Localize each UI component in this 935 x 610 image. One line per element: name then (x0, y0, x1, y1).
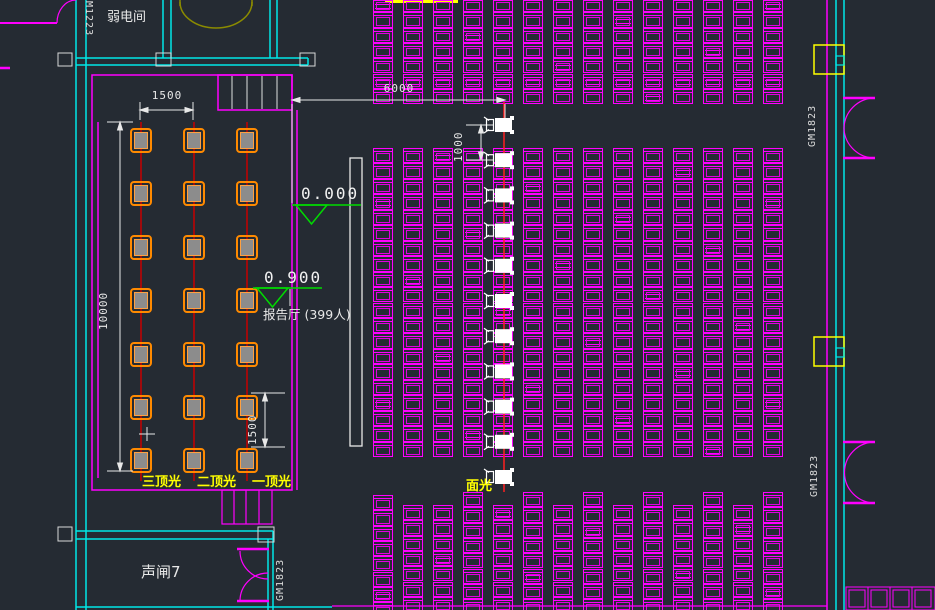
elevation-text-hall: 0.000 (301, 186, 359, 202)
label-top-light-3: 三顶光 (142, 476, 181, 489)
door-code-right-bottom: GM1823 (810, 451, 820, 497)
dim-text-1500-top: 1500 (142, 90, 192, 101)
dim-text-6000: 6000 (374, 83, 424, 94)
dim-text-1000: 1000 (453, 124, 464, 162)
door-code-right-top: GM1823 (808, 101, 818, 147)
front-light-fixture (484, 292, 514, 310)
door-code-top-left: M1223 (83, 1, 93, 55)
front-light-fixture (484, 327, 514, 345)
hall-label: 报告厅 (399人) (263, 309, 351, 322)
front-light-fixture (484, 186, 514, 204)
front-light-row (484, 116, 514, 486)
label-front-light: 面光 (466, 480, 492, 493)
cad-viewport[interactable]: 弱电间 M1223 声闸7 GM1823 GM1823 GM1823 报告厅 (… (0, 0, 935, 610)
door-code-bottom: GM1823 (276, 551, 286, 601)
label-top-light-2: 二顶光 (197, 476, 236, 489)
dim-text-1500-bottom: 1500 (247, 397, 258, 445)
room-label-sound-lock: 声闸7 (141, 565, 181, 580)
dim-text-10000: 10000 (98, 272, 109, 330)
label-top-light-1: 一顶光 (252, 476, 291, 489)
front-light-fixture (484, 433, 514, 451)
front-light-fixture (484, 398, 514, 416)
elevation-text-stage: 0.900 (264, 270, 322, 286)
front-light-fixture (484, 222, 514, 240)
annotation-layer (0, 0, 935, 610)
dim-10000 (107, 122, 133, 471)
point-marker (139, 427, 155, 441)
front-light-fixture (484, 362, 514, 380)
front-light-fixture (484, 257, 514, 275)
room-label-weak-electric: 弱电间 (107, 11, 146, 24)
elevation-marker-stage (253, 288, 322, 307)
dim-1500-top (140, 102, 193, 120)
